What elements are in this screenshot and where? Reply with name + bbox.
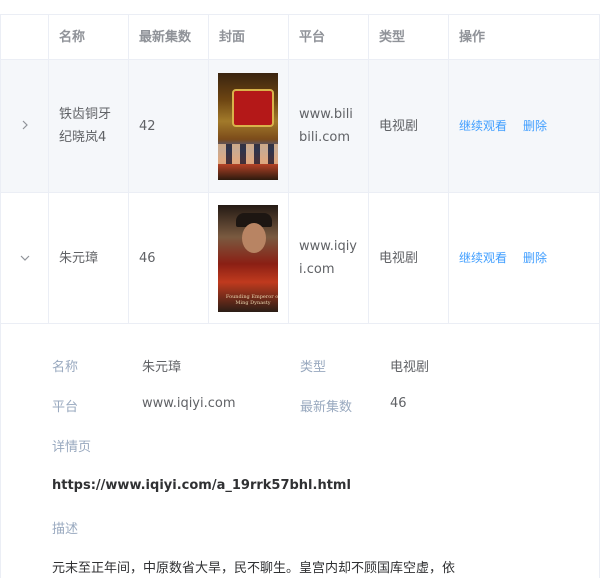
cover-cell: Founding Emperor of Ming Dynasty [209,193,289,323]
table-row[interactable]: 铁齿铜牙纪晓岚4 42 www.bilibili.com 电视剧 继续观看 删除 [1,60,599,193]
cover-cell [209,60,289,192]
chevron-right-icon[interactable] [21,115,29,138]
header-episodes: 最新集数 [129,15,209,59]
series-name: 朱元璋 [49,193,129,323]
detail-desc-text: 元末至正年间，中原数省大旱，民不聊生。皇宫内却不顾国库空虚，依 [52,561,456,576]
poster-zhu-yuanzhang-icon: Founding Emperor of Ming Dynasty [218,204,278,312]
header-platform: 平台 [289,15,369,59]
poster-caption: Founding Emperor of Ming Dynasty [225,293,278,306]
header-name: 名称 [49,15,129,59]
actions-cell: 继续观看 删除 [449,193,599,323]
header-cover: 封面 [209,15,289,59]
delete-button[interactable]: 删除 [523,247,547,270]
series-type: 电视剧 [369,60,449,192]
series-platform: www.bilibili.com [289,60,369,192]
header-expand [1,15,49,59]
detail-episodes-value: 46 [390,396,407,411]
detail-episodes-label: 最新集数 [300,400,353,415]
detail-platform-value: www.iqiyi.com [142,396,236,411]
table-row[interactable]: 朱元璋 46 Founding Emperor of Ming Dynasty … [1,193,599,324]
actions-cell: 继续观看 删除 [449,60,599,192]
series-platform: www.iqiyi.com [289,193,369,323]
detail-name-label: 名称 [52,360,79,375]
expanded-detail: 名称 朱元璋 类型 电视剧 平台 www.iqiyi.com 最新集数 46 详… [0,323,600,578]
chevron-down-icon[interactable] [20,247,30,270]
detail-type-label: 类型 [300,360,327,375]
expand-toggle[interactable] [1,60,49,192]
detail-page-label: 详情页 [52,440,92,455]
delete-button[interactable]: 删除 [523,115,547,138]
series-type: 电视剧 [369,193,449,323]
poster-iron-teeth-icon [218,72,278,180]
series-table: 名称 最新集数 封面 平台 类型 操作 铁齿铜牙纪晓岚4 42 www.bili… [0,14,600,324]
detail-page-url[interactable]: https://www.iqiyi.com/a_19rrk57bhl.html [52,478,351,493]
series-name: 铁齿铜牙纪晓岚4 [49,60,129,192]
detail-platform-label: 平台 [52,400,79,415]
continue-watching-button[interactable]: 继续观看 [459,115,507,138]
series-episodes: 42 [129,60,209,192]
header-actions: 操作 [459,29,486,45]
detail-name-value: 朱元璋 [142,360,182,375]
detail-type-value: 电视剧 [390,360,430,375]
continue-watching-button[interactable]: 继续观看 [459,247,507,270]
expand-toggle[interactable] [1,193,49,323]
table-header: 名称 最新集数 封面 平台 类型 操作 [1,15,599,60]
header-type: 类型 [369,15,449,59]
detail-desc-label: 描述 [52,522,79,537]
series-episodes: 46 [129,193,209,323]
